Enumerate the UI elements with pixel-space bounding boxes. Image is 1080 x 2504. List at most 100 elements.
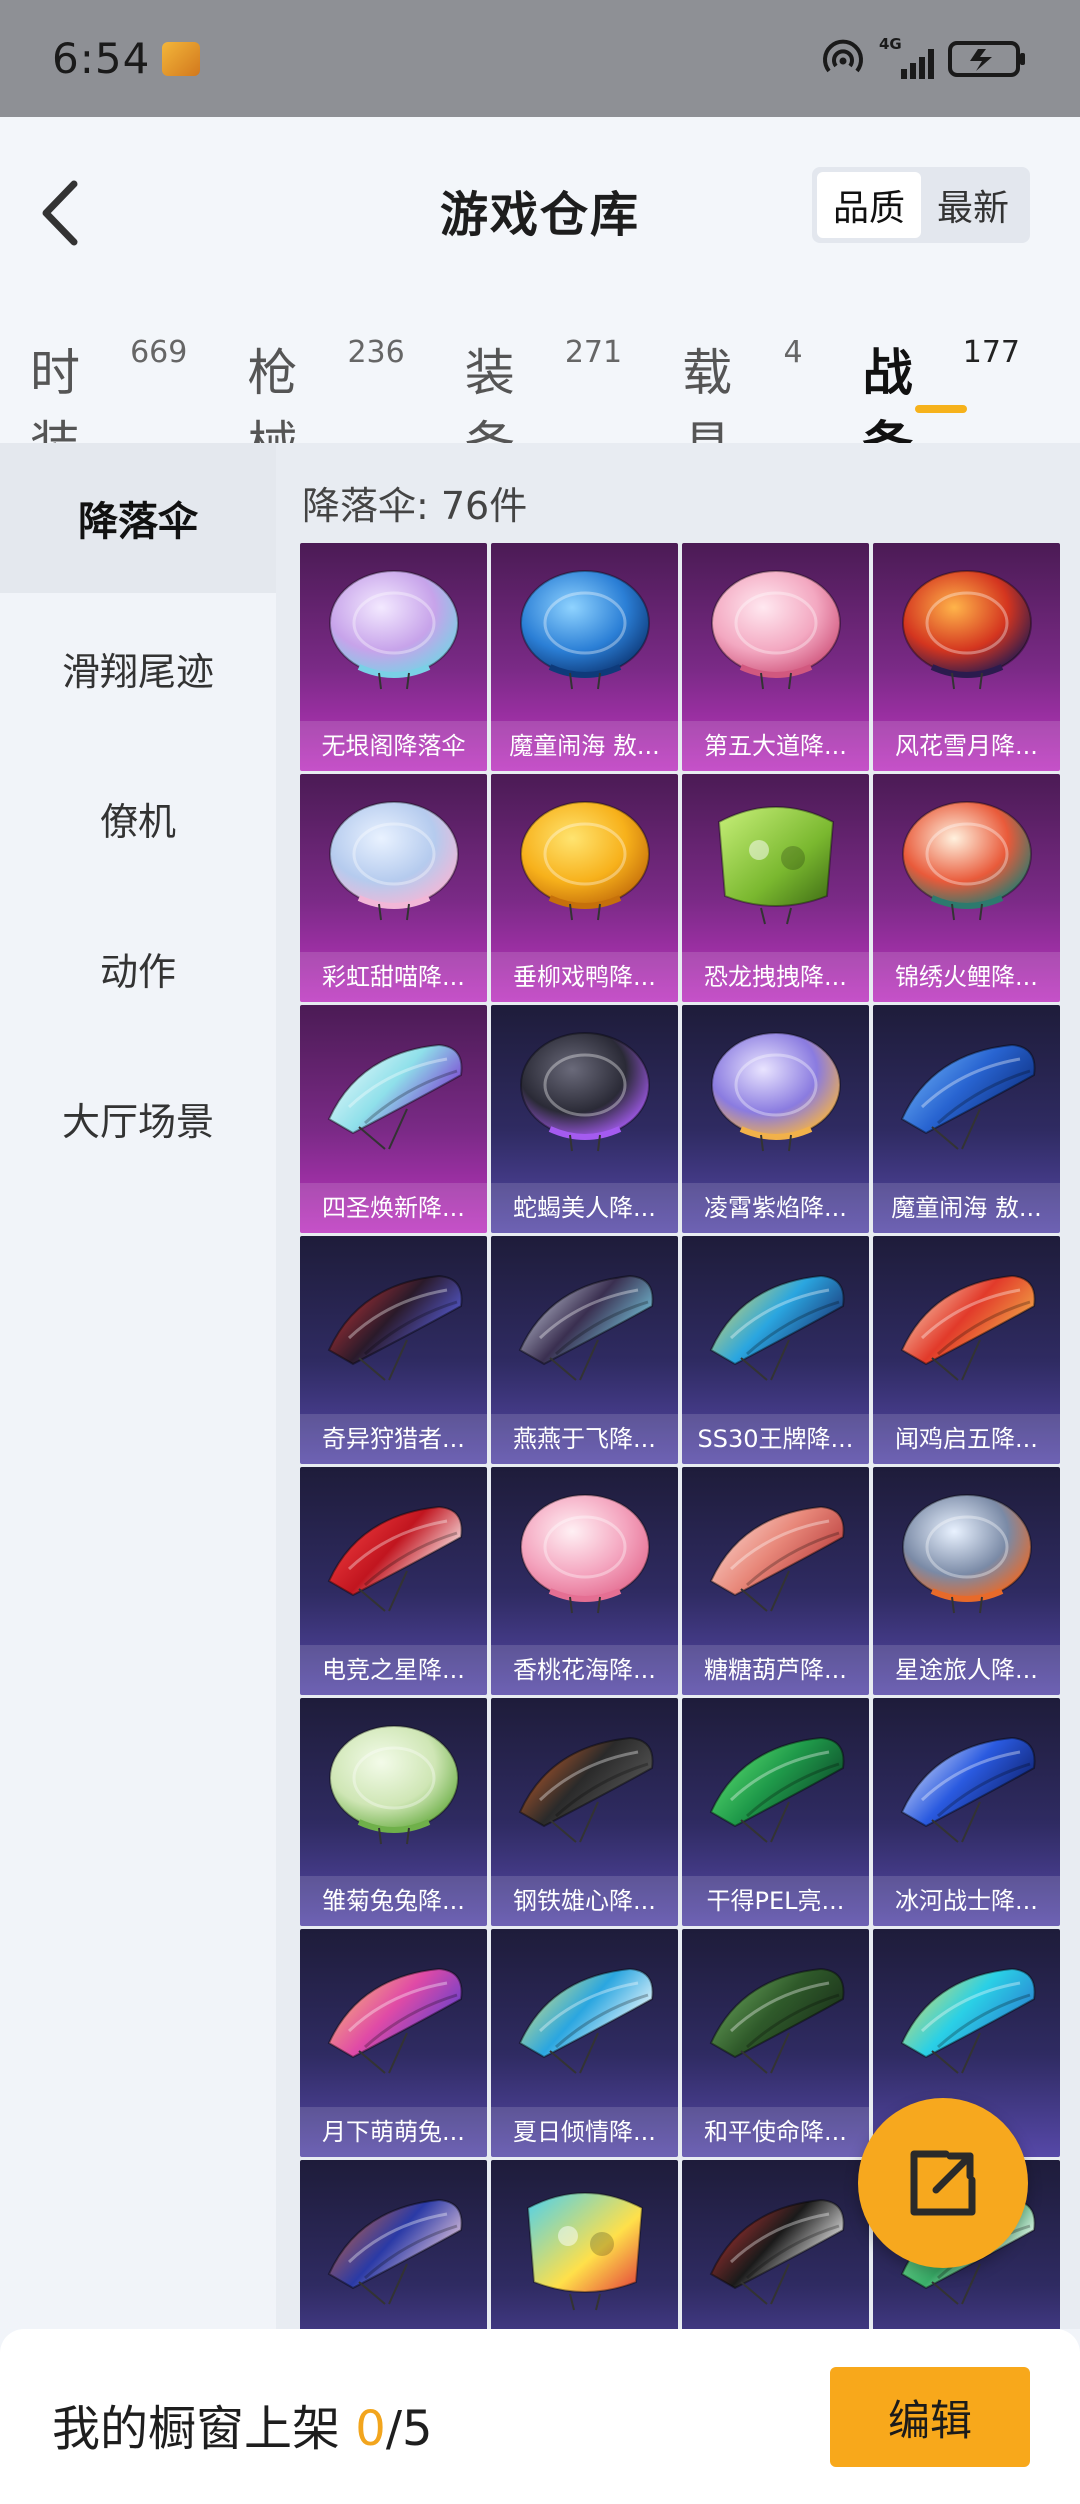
item-card[interactable]: [300, 2160, 487, 2329]
item-name: 闻鸡启五降...: [873, 1414, 1060, 1464]
share-external-icon: [910, 2150, 976, 2216]
showcase-status: 我的橱窗上架 0/5: [52, 2389, 433, 2459]
parachute-icon: [300, 774, 487, 949]
parachute-icon: [491, 1005, 678, 1180]
parachute-icon: [873, 543, 1060, 718]
item-card[interactable]: 凌霄紫焰降...: [682, 1005, 869, 1233]
item-card[interactable]: 第五大道降...: [682, 543, 869, 771]
item-card[interactable]: 闻鸡启五降...: [873, 1236, 1060, 1464]
parachute-icon: [491, 774, 678, 949]
sidebar-item-emote[interactable]: 动作: [0, 893, 276, 1043]
parachute-icon: [300, 1005, 487, 1180]
item-card[interactable]: 雏菊兔兔降...: [300, 1698, 487, 1926]
app-notification-icon: [162, 41, 201, 76]
item-card[interactable]: 无垠阁降落伞: [300, 543, 487, 771]
item-card[interactable]: 夏日倾情降...: [491, 1929, 678, 2157]
item-count-label: 降落伞: 76件: [302, 484, 528, 528]
edit-button[interactable]: 编辑: [830, 2367, 1030, 2467]
item-card[interactable]: 风花雪月降...: [873, 543, 1060, 771]
share-button[interactable]: [858, 2098, 1028, 2268]
item-card[interactable]: 燕燕于飞降...: [491, 1236, 678, 1464]
sidebar-item-wingman[interactable]: 僚机: [0, 743, 276, 893]
item-name: 垂柳戏鸭降...: [491, 952, 678, 1002]
item-card[interactable]: [491, 2160, 678, 2329]
parachute-icon: [873, 1005, 1060, 1180]
parachute-icon: [300, 1467, 487, 1642]
parachute-icon: [300, 1236, 487, 1411]
active-tab-indicator: [914, 405, 967, 413]
item-card[interactable]: 四圣焕新降...: [300, 1005, 487, 1233]
item-card[interactable]: SS30王牌降...: [682, 1236, 869, 1464]
parachute-icon: [491, 543, 678, 718]
item-name: 凌霄紫焰降...: [682, 1183, 869, 1233]
tab-battle-gear[interactable]: 战备 177: [863, 293, 1020, 474]
network-type: 4G: [879, 34, 902, 53]
item-name: 雏菊兔兔降...: [300, 1876, 487, 1926]
tab-count: 271: [564, 335, 623, 370]
showcase-current-count: 0: [355, 2401, 386, 2457]
item-name: 蛇蝎美人降...: [491, 1183, 678, 1233]
sort-option-quality[interactable]: 品质: [816, 172, 921, 238]
item-name: 恐龙拽拽降...: [682, 952, 869, 1002]
item-card[interactable]: 和平使命降...: [682, 1929, 869, 2157]
parachute-icon: [873, 1467, 1060, 1642]
parachute-icon: [682, 1467, 869, 1642]
category-tabs: 时装 669 枪械 236 装备 271 载具 4 战备 177: [0, 293, 1080, 474]
parachute-icon: [491, 1467, 678, 1642]
item-card[interactable]: 魔童闹海 敖...: [491, 543, 678, 771]
item-card[interactable]: 垂柳戏鸭降...: [491, 774, 678, 1002]
item-card[interactable]: 干得PEL亮...: [682, 1698, 869, 1926]
sidebar-item-glide-trail[interactable]: 滑翔尾迹: [0, 593, 276, 743]
item-card[interactable]: 糖糖葫芦降...: [682, 1467, 869, 1695]
parachute-icon: [873, 1929, 1060, 2104]
tab-weapons[interactable]: 枪械 236: [247, 293, 405, 474]
item-grid: 无垠阁降落伞 魔童闹海 敖... 第五大道降... 风花雪月降... 彩虹甜喵降... 垂…: [300, 543, 1060, 2329]
item-card[interactable]: 香桃花海降...: [491, 1467, 678, 1695]
showcase-label: 我的橱窗上架: [52, 2401, 356, 2457]
item-card[interactable]: 恐龙拽拽降...: [682, 774, 869, 1002]
item-card[interactable]: 彩虹甜喵降...: [300, 774, 487, 1002]
tab-vehicles[interactable]: 载具 4: [682, 293, 803, 474]
parachute-icon: [873, 774, 1060, 949]
signal-icon: 4G: [879, 35, 934, 79]
item-card[interactable]: 蛇蝎美人降...: [491, 1005, 678, 1233]
sort-toggle: 品质 最新: [811, 167, 1030, 243]
status-bar: 6:54 4G: [0, 0, 1080, 117]
item-name: 奇异狩猎者...: [300, 1414, 487, 1464]
battery-icon: [948, 40, 1025, 77]
item-card[interactable]: 奇异狩猎者...: [300, 1236, 487, 1464]
parachute-icon: [682, 1005, 869, 1180]
status-time: 6:54: [52, 34, 151, 83]
tab-outfits[interactable]: 时装 669: [30, 293, 187, 474]
parachute-icon: [873, 1698, 1060, 1873]
parachute-icon: [491, 1698, 678, 1873]
parachute-icon: [682, 1698, 869, 1873]
item-card[interactable]: 月下萌萌兔...: [300, 1929, 487, 2157]
item-name: 风花雪月降...: [873, 721, 1060, 771]
item-card[interactable]: 钢铁雄心降...: [491, 1698, 678, 1926]
item-card[interactable]: [682, 2160, 869, 2329]
sidebar-item-parachute[interactable]: 降落伞: [0, 443, 276, 593]
tab-count: 236: [347, 335, 405, 370]
parachute-icon: [491, 1236, 678, 1411]
parachute-icon: [682, 774, 869, 949]
item-name: 魔童闹海 敖...: [873, 1183, 1060, 1233]
item-name: 电竞之星降...: [300, 1645, 487, 1695]
item-name: 彩虹甜喵降...: [300, 952, 487, 1002]
parachute-icon: [300, 1929, 487, 2104]
item-name: 糖糖葫芦降...: [682, 1645, 869, 1695]
tab-equipment[interactable]: 装备 271: [465, 293, 623, 474]
item-name: 和平使命降...: [682, 2107, 869, 2157]
item-card[interactable]: 魔童闹海 敖...: [873, 1005, 1060, 1233]
item-card[interactable]: 星途旅人降...: [873, 1467, 1060, 1695]
item-card[interactable]: 电竞之星降...: [300, 1467, 487, 1695]
item-name: 干得PEL亮...: [682, 1876, 869, 1926]
parachute-icon: [873, 1236, 1060, 1411]
item-card[interactable]: 锦绣火鲤降...: [873, 774, 1060, 1002]
parachute-icon: [682, 1236, 869, 1411]
hotspot-icon: [823, 39, 863, 72]
item-card[interactable]: 冰河战士降...: [873, 1698, 1060, 1926]
tab-count: 177: [962, 335, 1020, 370]
sidebar-item-lobby-scene[interactable]: 大厅场景: [0, 1043, 276, 1193]
sort-option-newest[interactable]: 最新: [921, 172, 1025, 238]
